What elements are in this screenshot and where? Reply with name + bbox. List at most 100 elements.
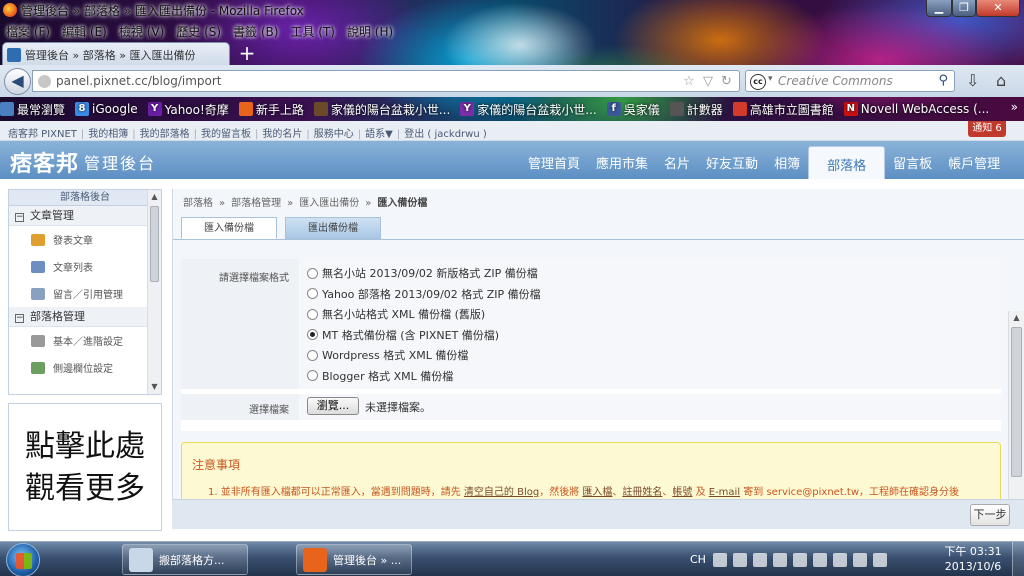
close-button[interactable]: ✕: [976, 0, 1020, 17]
bookmark-item[interactable]: 新手上路: [238, 101, 304, 118]
help-icon[interactable]: [772, 552, 787, 567]
taskbar-window-button[interactable]: 管理後台 » ...: [296, 544, 412, 575]
radio-button[interactable]: [307, 370, 318, 381]
menu-bookmarks[interactable]: 書籤 (B): [227, 20, 284, 40]
menu-history[interactable]: 歷史 (S): [170, 20, 227, 40]
nav-item[interactable]: 應用市集: [588, 141, 656, 179]
format-option[interactable]: Blogger 格式 XML 備份檔: [307, 368, 453, 384]
scroll-up-icon[interactable]: ▲: [148, 190, 161, 204]
creative-commons-icon[interactable]: cc: [750, 74, 766, 90]
home-icon[interactable]: ⌂: [996, 71, 1006, 90]
format-option[interactable]: Wordpress 格式 XML 備份檔: [307, 347, 468, 363]
minimize-button[interactable]: ▁: [926, 0, 952, 17]
bookmark-item[interactable]: 計數器: [669, 101, 723, 118]
radio-button[interactable]: [307, 329, 318, 340]
ime-icon[interactable]: [712, 552, 727, 567]
taskbar-pinned-app[interactable]: [578, 544, 618, 575]
radio-button[interactable]: [307, 288, 318, 299]
signal-icon[interactable]: [872, 552, 887, 567]
bookmark-item[interactable]: 8 iGoogle: [75, 102, 138, 116]
sidebar-item[interactable]: 文章列表: [9, 253, 161, 280]
breadcrumb-item[interactable]: 匯入匯出備份: [299, 198, 359, 209]
downloads-icon[interactable]: ⇩: [966, 71, 979, 90]
bookmark-item[interactable]: Y Yahoo!奇摩: [147, 101, 229, 118]
nav-item[interactable]: 好友互動: [698, 141, 766, 179]
notice-link[interactable]: E-mail: [709, 487, 740, 498]
top-link[interactable]: 我的部落格: [140, 129, 190, 140]
format-option[interactable]: MT 格式備份檔 (含 PIXNET 備份檔): [307, 327, 499, 343]
scrollbar-thumb[interactable]: [1011, 327, 1022, 477]
page-scrollbar[interactable]: ▲: [1008, 311, 1024, 529]
nav-item[interactable]: 留言板: [885, 141, 940, 179]
format-option[interactable]: 無名小站 2013/09/02 新版格式 ZIP 備份檔: [307, 265, 538, 281]
top-link[interactable]: 我的留言板: [201, 129, 251, 140]
nav-item[interactable]: 管理首頁: [520, 141, 588, 179]
radio-button[interactable]: [307, 349, 318, 361]
new-tab-button[interactable]: +: [233, 43, 261, 65]
search-engine-dropdown-icon[interactable]: ▾: [768, 74, 773, 84]
address-bar[interactable]: panel.pixnet.cc/blog/import ☆ ▽ ↻: [32, 70, 740, 92]
top-link[interactable]: 服務中心: [314, 129, 354, 140]
sidebar-scrollbar[interactable]: ▲ ▼: [147, 190, 161, 394]
ad-banner[interactable]: 點擊此處 觀看更多: [8, 403, 162, 531]
sidebar-item[interactable]: 基本／進階設定: [9, 327, 161, 354]
browse-button[interactable]: 瀏覽...: [307, 397, 359, 415]
radio-button[interactable]: [307, 267, 318, 279]
sub-tab[interactable]: 匯出備份檔: [285, 217, 381, 239]
bookmark-star-icon[interactable]: ☆: [683, 74, 695, 89]
volume-icon[interactable]: [812, 552, 827, 567]
breadcrumb-item[interactable]: 部落格: [183, 198, 213, 209]
scroll-down-icon[interactable]: ▼: [148, 380, 161, 394]
top-link[interactable]: 我的相簿: [88, 129, 128, 140]
battery-icon[interactable]: [852, 552, 867, 567]
nav-item[interactable]: 帳戶管理: [940, 141, 1008, 179]
bookmarks-overflow-icon[interactable]: »: [1011, 100, 1018, 114]
nav-item[interactable]: 相簿: [766, 141, 808, 179]
notice-link[interactable]: 匯入檔: [582, 487, 612, 498]
collapse-icon[interactable]: −: [15, 314, 24, 323]
notice-link[interactable]: 註冊姓名: [622, 487, 662, 498]
breadcrumb-item[interactable]: 部落格管理: [231, 198, 281, 209]
menu-view[interactable]: 檢視 (V): [113, 20, 170, 40]
menu-tools[interactable]: 工具 (T): [284, 20, 341, 40]
nav-item[interactable]: 部落格: [808, 146, 886, 179]
ime-settings-icon[interactable]: [752, 552, 767, 567]
scrollbar-thumb[interactable]: [150, 206, 159, 282]
radio-button[interactable]: [307, 308, 318, 320]
flag-icon[interactable]: [792, 552, 807, 567]
bookmark-item[interactable]: 最常瀏覽: [0, 101, 65, 118]
collapse-icon[interactable]: −: [15, 213, 24, 222]
notice-link[interactable]: 清空自己的 Blog: [464, 487, 539, 498]
bookmark-item[interactable]: Y 家儀的陽台盆栽小世...: [460, 101, 597, 118]
sidebar-item[interactable]: 側邊欄位設定: [9, 354, 161, 381]
sidebar-item[interactable]: 留言／引用管理: [9, 280, 161, 307]
show-desktop-button[interactable]: [1012, 542, 1024, 576]
search-box[interactable]: cc ▾ Creative Commons ⚲: [745, 70, 955, 92]
taskbar-window-button[interactable]: 搬部落格方...: [122, 544, 248, 575]
taskbar-pinned-app[interactable]: [526, 544, 566, 575]
format-option[interactable]: 無名小站格式 XML 備份檔 (舊版): [307, 306, 485, 322]
top-link[interactable]: 語系▼: [365, 129, 393, 140]
bookmark-item[interactable]: 家儀的陽台盆栽小世...: [313, 101, 450, 118]
top-link[interactable]: 登出 ( jackdrwu ): [404, 129, 487, 140]
format-option[interactable]: Yahoo 部落格 2013/09/02 格式 ZIP 備份檔: [307, 286, 541, 302]
taskbar-pinned-app[interactable]: [474, 544, 514, 575]
menu-help[interactable]: 說明 (H): [341, 20, 399, 40]
dropdown-arrow-icon[interactable]: ▽: [703, 74, 713, 89]
bookmark-item[interactable]: f 吳家儀: [606, 101, 660, 118]
sidebar-item[interactable]: 發表文章: [9, 226, 161, 253]
menu-file[interactable]: 檔案 (F): [0, 20, 56, 40]
language-indicator[interactable]: CH: [690, 553, 706, 566]
taskbar-pinned-app[interactable]: [252, 544, 288, 575]
nav-item[interactable]: 名片: [656, 141, 698, 179]
maximize-button[interactable]: ❐: [952, 0, 976, 17]
input-mode-icon[interactable]: [732, 552, 747, 567]
bookmark-item[interactable]: N Novell WebAccess (...: [843, 102, 989, 116]
bookmark-item[interactable]: 高雄市立圖書館: [732, 101, 834, 118]
notice-link[interactable]: 帳號: [672, 487, 692, 498]
taskbar-pinned-app[interactable]: [72, 544, 112, 575]
next-step-button[interactable]: 下一步: [970, 504, 1010, 526]
notification-badge[interactable]: 通知 6: [968, 121, 1006, 137]
menu-edit[interactable]: 編輯 (E): [56, 20, 113, 40]
scroll-up-icon[interactable]: ▲: [1009, 311, 1024, 325]
